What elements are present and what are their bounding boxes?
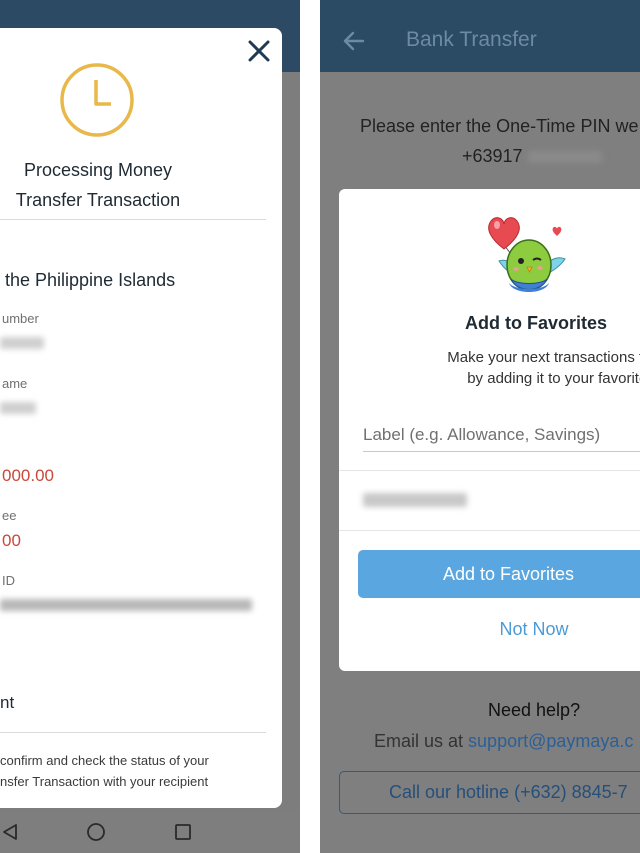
status-note-line2: nsfer Transaction with your recipient [0, 774, 209, 789]
screenshot-root: Processing Money Transfer Transaction th… [0, 0, 640, 853]
phone-prefix: +63917 [462, 146, 523, 166]
home-circle-icon[interactable] [86, 822, 106, 842]
back-arrow-icon[interactable] [342, 30, 366, 52]
section-title: nt [0, 693, 15, 712]
recipient-name-blurred [363, 493, 467, 507]
divider [339, 470, 640, 471]
transaction-receipt-card: Processing Money Transfer Transaction th… [0, 28, 282, 808]
processing-title-line1: Processing Money [23, 160, 173, 180]
divider [0, 732, 266, 733]
email-support-line: Email us at support@paymaya.c [374, 731, 633, 752]
processing-title: Processing Money Transfer Transaction [0, 155, 216, 215]
modal-title: Add to Favorites [465, 313, 608, 333]
left-phone-screen: Processing Money Transfer Transaction th… [0, 0, 300, 853]
help-title: Need help? [488, 700, 581, 720]
clock-icon [60, 63, 134, 137]
fee-value: 00 [2, 531, 21, 550]
call-hotline-button[interactable]: Call our hotline (+632) 8845-7 [339, 771, 640, 814]
modal-description-line2: by adding it to your favorites! [467, 370, 640, 387]
email-prefix: Email us at [374, 731, 469, 751]
close-icon[interactable] [246, 38, 272, 64]
account-number-value-blurred [0, 337, 44, 349]
divider [0, 219, 266, 220]
divider [339, 530, 640, 531]
status-note-line1: confirm and check the status of your [0, 753, 209, 768]
phone-number: +63917 [462, 146, 602, 167]
add-to-favorites-button[interactable]: Add to Favorites [358, 550, 640, 598]
account-number-label: umber [2, 311, 39, 326]
recents-square-icon[interactable] [173, 822, 193, 842]
support-email-link[interactable]: support@paymaya.c [468, 731, 633, 751]
reference-id-label: ID [2, 573, 15, 588]
reference-id-value-blurred [0, 599, 252, 611]
right-phone-screen: Bank Transfer Please enter the One-Time … [320, 0, 640, 853]
account-name-value-blurred [0, 402, 36, 414]
fee-label: ee [2, 508, 17, 523]
account-name-label: ame [2, 376, 28, 391]
not-now-button[interactable]: Not Now [459, 619, 609, 640]
page-title: Bank Transfer [406, 28, 537, 51]
amount-value: 000.00 [2, 466, 54, 485]
otp-prompt: Please enter the One-Time PIN we [360, 116, 639, 136]
android-navigation-bar [0, 812, 300, 853]
modal-description: Make your next transactions fas by addin… [399, 347, 640, 389]
favorite-label-input[interactable] [363, 419, 640, 452]
back-triangle-icon[interactable] [0, 822, 20, 842]
modal-description-line1: Make your next transactions fas [447, 349, 640, 366]
heart-balloon-bird-icon [488, 217, 566, 292]
status-note: confirm and check the status of your nsf… [0, 750, 270, 792]
phone-number-blurred [527, 151, 602, 164]
add-to-favorites-modal: Add to Favorites Make your next transact… [339, 189, 640, 671]
processing-title-line2: Transfer Transaction [15, 190, 181, 210]
bank-name: the Philippine Islands [5, 270, 176, 290]
